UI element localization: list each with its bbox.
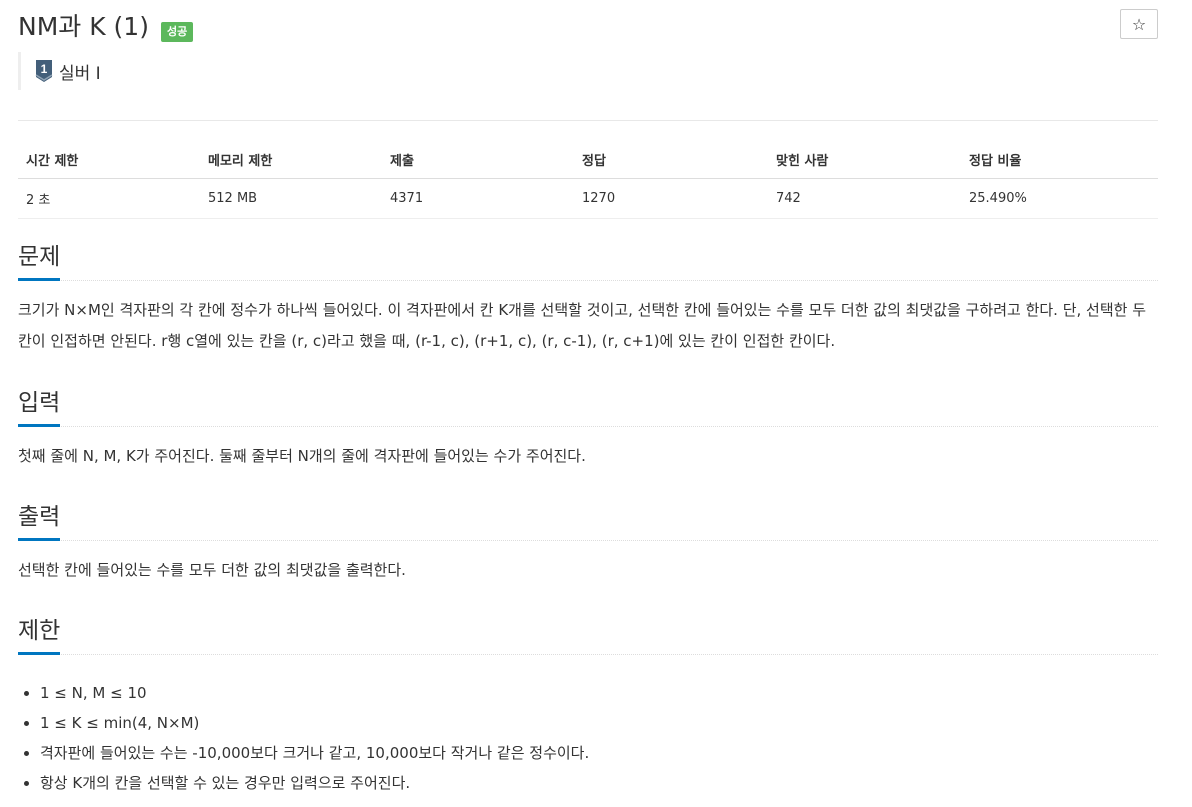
header-memory-limit: 메모리 제한 bbox=[200, 142, 382, 179]
list-item: 1 ≤ N, M ≤ 10 bbox=[40, 678, 1158, 708]
problem-section-title: 문제 bbox=[18, 242, 61, 281]
tier-block: 1 실버 I bbox=[18, 52, 101, 90]
silver-tier-icon: 1 bbox=[35, 60, 53, 82]
problem-info-table: 시간 제한 메모리 제한 제출 정답 맞힌 사람 정답 비율 2 초 512 M… bbox=[18, 142, 1158, 219]
limits-list: 1 ≤ N, M ≤ 10 1 ≤ K ≤ min(4, N×M) 격자판에 들… bbox=[18, 678, 1158, 798]
limits-section: 제한 1 ≤ N, M ≤ 10 1 ≤ K ≤ min(4, N×M) 격자판… bbox=[18, 614, 1158, 798]
submissions-value[interactable]: 4371 bbox=[382, 178, 574, 219]
list-item: 격자판에 들어있는 수는 -10,000보다 크거나 같고, 10,000보다 … bbox=[40, 738, 1158, 768]
header-divider bbox=[18, 120, 1158, 121]
solvers-value[interactable]: 742 bbox=[768, 178, 961, 219]
table-row: 2 초 512 MB 4371 1270 742 25.490% bbox=[18, 178, 1158, 219]
output-section: 출력 선택한 칸에 들어있는 수를 모두 더한 값의 최댓값을 출력한다. bbox=[18, 500, 1158, 586]
input-section-title: 입력 bbox=[18, 388, 61, 427]
table-header-row: 시간 제한 메모리 제한 제출 정답 맞힌 사람 정답 비율 bbox=[18, 142, 1158, 179]
favorite-button[interactable]: ☆ bbox=[1120, 9, 1158, 39]
star-icon: ☆ bbox=[1131, 14, 1147, 34]
input-section-header: 입력 bbox=[18, 386, 1158, 427]
output-section-title: 출력 bbox=[18, 502, 61, 541]
input-description: 첫째 줄에 N, M, K가 주어진다. 둘째 줄부터 N개의 줄에 격자판에 … bbox=[18, 447, 586, 465]
title-row: NM과 K (1) 성공 ☆ bbox=[18, 9, 1158, 50]
limits-section-title: 제한 bbox=[18, 616, 61, 655]
problem-section-header: 문제 bbox=[18, 240, 1158, 281]
list-item: 항상 K개의 칸을 선택할 수 있는 경우만 입력으로 주어진다. bbox=[40, 768, 1158, 798]
list-item: 1 ≤ K ≤ min(4, N×M) bbox=[40, 708, 1158, 738]
accepted-value[interactable]: 1270 bbox=[574, 178, 768, 219]
problem-description: 크기가 N×M인 격자판의 각 칸에 정수가 하나씩 들어있다. 이 격자판에서… bbox=[18, 301, 1147, 350]
header-ratio: 정답 비율 bbox=[961, 142, 1158, 179]
tier-number: 1 bbox=[41, 62, 48, 76]
header-time-limit: 시간 제한 bbox=[18, 142, 200, 179]
output-description: 선택한 칸에 들어있는 수를 모두 더한 값의 최댓값을 출력한다. bbox=[18, 561, 406, 579]
page-title: NM과 K (1) bbox=[18, 12, 149, 41]
memory-limit-value: 512 MB bbox=[200, 178, 382, 219]
header-accepted: 정답 bbox=[574, 142, 768, 179]
tier-label: 실버 I bbox=[59, 63, 101, 84]
time-limit-value: 2 초 bbox=[18, 178, 200, 219]
input-section: 입력 첫째 줄에 N, M, K가 주어진다. 둘째 줄부터 N개의 줄에 격자… bbox=[18, 386, 1158, 472]
limits-body: 1 ≤ N, M ≤ 10 1 ≤ K ≤ min(4, N×M) 격자판에 들… bbox=[18, 678, 1158, 798]
problem-section: 문제 크기가 N×M인 격자판의 각 칸에 정수가 하나씩 들어있다. 이 격자… bbox=[18, 240, 1158, 357]
status-badge: 성공 bbox=[161, 22, 194, 42]
header-solvers: 맞힌 사람 bbox=[768, 142, 961, 179]
header-submissions: 제출 bbox=[382, 142, 574, 179]
ratio-value: 25.490% bbox=[961, 178, 1158, 219]
limits-section-header: 제한 bbox=[18, 614, 1158, 655]
output-section-header: 출력 bbox=[18, 500, 1158, 541]
